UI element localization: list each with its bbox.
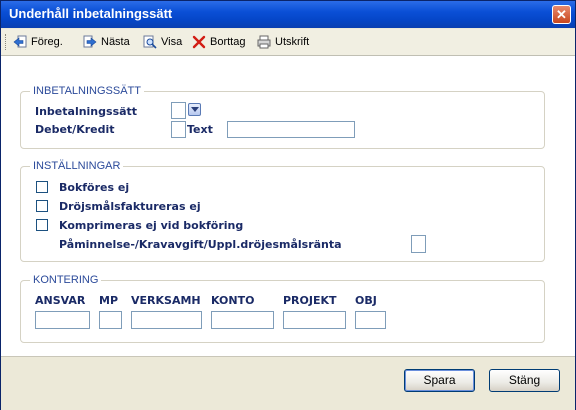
window-title: Underhåll inbetalningssätt [9,6,173,21]
not-compressed-label: Komprimeras ej vid bokföring [59,219,244,232]
mp-label: MP [99,294,119,307]
form-area: INBETALNINGSSÄTT Inbetalningssätt Debet/… [1,56,575,356]
close-window-button[interactable]: ✕ [552,5,571,24]
delete-label: Borttag [210,36,246,48]
print-label: Utskrift [275,36,310,48]
print-button[interactable]: Utskrift [257,33,309,51]
not-posted-checkbox[interactable] [36,181,48,193]
projekt-label: PROJEKT [283,294,337,307]
payment-method-label: Inbetalningssätt [35,105,138,118]
view-button[interactable]: Visa [143,33,182,51]
title-bar[interactable]: Underhåll inbetalningssätt ✕ [1,1,575,28]
previous-button[interactable]: Föreg. [13,33,63,51]
debit-credit-label: Debet/Kredit [35,123,115,136]
dialog-window: Underhåll inbetalningssätt ✕ Föreg. Näst… [0,0,576,410]
payment-method-dropdown-icon[interactable] [188,103,201,116]
not-posted-label: Bokföres ej [59,181,130,194]
toolbar: Föreg. Nästa Visa Borttag Utskrift [1,29,575,56]
magnifier-icon [143,35,157,49]
text-field[interactable] [227,121,355,138]
settings-legend: INSTÄLLNINGAR [30,160,124,172]
arrow-right-icon [83,35,97,48]
previous-label: Föreg. [31,36,63,48]
projekt-field[interactable] [283,311,346,329]
save-button[interactable]: Spara [404,369,475,392]
arrow-left-icon [13,35,27,48]
obj-label: OBJ [355,294,377,307]
toolbar-grip[interactable] [5,34,9,50]
not-compressed-checkbox[interactable] [36,219,48,231]
account-coding-legend: KONTERING [30,274,102,286]
payment-method-legend: INBETALNINGSSÄTT [30,85,144,97]
konto-field[interactable] [211,311,274,329]
verksamh-label: VERKSAMH [131,294,201,307]
printer-icon [257,35,271,49]
no-late-invoicing-checkbox[interactable] [36,200,48,212]
delete-button[interactable]: Borttag [192,33,245,51]
obj-field[interactable] [355,311,386,329]
konto-label: KONTO [211,294,255,307]
next-label: Nästa [101,36,130,48]
button-bar: Spara Stäng [1,356,575,410]
verksamh-field[interactable] [131,311,202,329]
reminder-fee-field[interactable] [411,235,426,253]
ansvar-field[interactable] [35,311,90,329]
close-button[interactable]: Stäng [489,369,560,392]
text-label: Text [187,123,213,136]
view-label: Visa [161,36,183,48]
debit-credit-field[interactable] [171,121,186,138]
red-x-icon [192,35,206,49]
ansvar-label: ANSVAR [35,294,86,307]
no-late-invoicing-label: Dröjsmålsfaktureras ej [59,200,201,213]
payment-method-group: INBETALNINGSSÄTT [20,85,545,149]
payment-method-field[interactable] [171,102,186,119]
next-button[interactable]: Nästa [83,33,130,51]
mp-field[interactable] [99,311,122,329]
reminder-fee-label: Påminnelse-/Kravavgift/Uppl.dröjesmålsrä… [59,238,342,251]
